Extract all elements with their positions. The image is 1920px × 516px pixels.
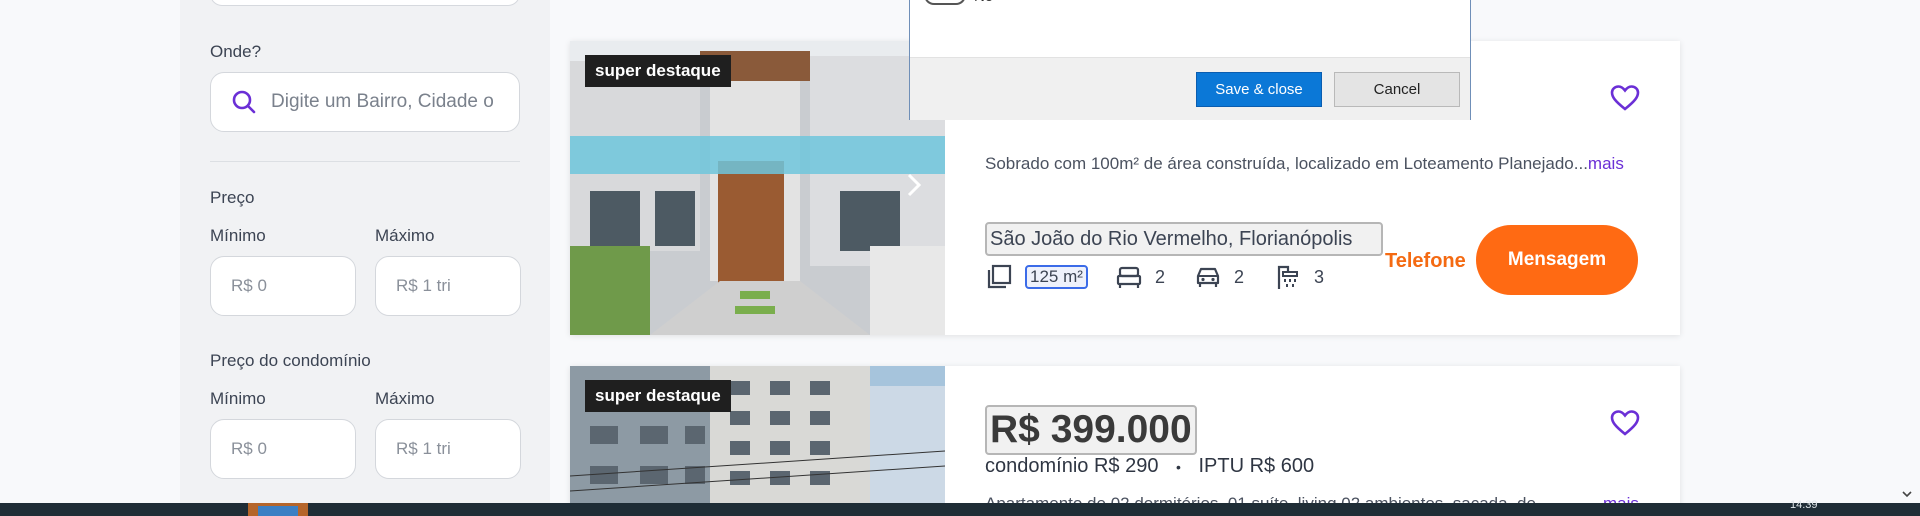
toggle-switch[interactable] — [924, 0, 966, 5]
cancel-button[interactable]: Cancel — [1334, 72, 1460, 107]
preco-max-label: Máximo — [375, 226, 435, 245]
preco-max-input[interactable] — [375, 256, 521, 316]
super-destaque-badge: super destaque — [585, 55, 731, 87]
parking-value: 2 — [1234, 266, 1245, 287]
condo-fee: condomínio R$ 290 — [985, 455, 1159, 477]
area-icon — [987, 264, 1012, 289]
bedrooms-value: 2 — [1155, 266, 1166, 287]
listing-location: São João do Rio Vermelho, Florianópolis — [985, 222, 1383, 256]
feature-parking: 2 — [1194, 263, 1244, 291]
listing-description: Sobrado com 100m² de área construída, lo… — [985, 154, 1624, 174]
settings-dialog: No Save & close Cancel — [909, 0, 1471, 120]
search-icon — [232, 90, 256, 114]
more-link[interactable]: mais — [1588, 154, 1624, 173]
location-search-field[interactable] — [210, 72, 520, 132]
heart-icon[interactable] — [1610, 409, 1640, 437]
save-close-button[interactable]: Save & close — [1196, 72, 1322, 107]
preco-min-input[interactable] — [210, 256, 356, 316]
cond-max-label: Máximo — [375, 389, 435, 408]
taskbar-clock: 14:39 — [1790, 499, 1818, 511]
cond-max-input[interactable] — [375, 419, 521, 479]
cond-min-input[interactable] — [210, 419, 356, 479]
listing-photo[interactable]: super destaque — [570, 366, 945, 516]
taskbar-app-icon[interactable] — [258, 506, 298, 516]
feature-area: 125 m² — [985, 263, 1088, 291]
area-value: 125 m² — [1025, 265, 1088, 289]
chevron-right-icon[interactable] — [900, 171, 928, 199]
taskbar: 14:39 — [0, 499, 1920, 516]
super-destaque-badge: super destaque — [585, 380, 731, 412]
car-icon — [1196, 267, 1220, 287]
feature-bedrooms: 2 — [1115, 263, 1165, 291]
toggle-label: No — [974, 0, 993, 4]
feature-bathrooms: 3 — [1274, 263, 1324, 291]
telefone-link[interactable]: Telefone — [1385, 250, 1466, 273]
fee-separator: • — [1176, 459, 1181, 475]
preco-label: Preço — [210, 188, 255, 207]
iptu-fee: IPTU R$ 600 — [1198, 455, 1315, 477]
sidebar-divider — [210, 161, 520, 162]
listing-photo[interactable]: super destaque — [570, 41, 945, 335]
bathrooms-value: 3 — [1314, 266, 1325, 287]
shower-icon — [1277, 265, 1298, 289]
preco-min-label: Mínimo — [210, 226, 266, 245]
bed-icon — [1116, 266, 1142, 288]
listing-price: R$ 399.000 — [985, 405, 1197, 455]
previous-filter-field[interactable] — [210, 0, 520, 6]
dialog-footer: Save & close Cancel — [910, 57, 1470, 120]
condominio-label: Preço do condomínio — [210, 351, 371, 370]
listing-card[interactable]: super destaque R$ 399.000 condomínio R$ … — [570, 366, 1680, 516]
cond-min-label: Mínimo — [210, 389, 266, 408]
filter-sidebar: Onde? Preço Mínimo Máximo Preço do condo… — [180, 0, 550, 516]
listing-fees: condomínio R$ 290 • IPTU R$ 600 — [985, 455, 1314, 478]
description-text: Sobrado com 100m² de área construída, lo… — [985, 154, 1588, 173]
scroll-down-arrow-icon[interactable] — [1900, 487, 1914, 501]
mensagem-button[interactable]: Mensagem — [1476, 225, 1638, 295]
heart-icon[interactable] — [1610, 84, 1640, 112]
onde-label: Onde? — [210, 42, 262, 61]
location-search-input[interactable] — [271, 91, 501, 113]
